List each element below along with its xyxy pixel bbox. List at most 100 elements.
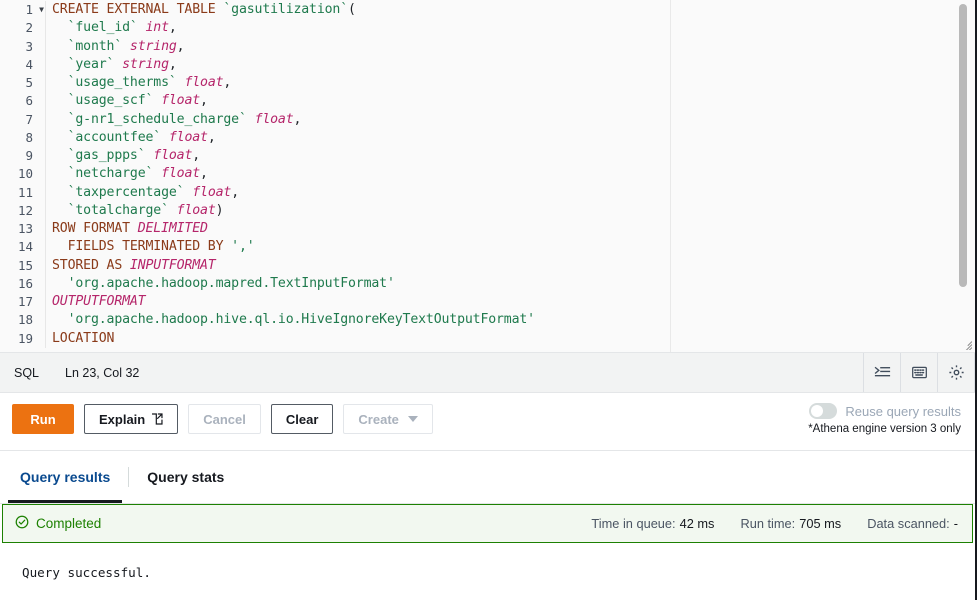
code-line-text: `usage_scf` float, <box>67 93 208 109</box>
line-number: 19 <box>0 329 46 348</box>
format-query-icon[interactable] <box>863 353 900 392</box>
code-line[interactable]: 10 `netcharge` float, <box>0 165 670 184</box>
query-metrics: Time in queue: 42 ms Run time: 705 ms Data… <box>591 516 958 531</box>
metric-data-scanned-label: Data scanned: <box>867 516 950 531</box>
code-line-text: `gas_ppps` float, <box>67 148 201 163</box>
code-line-text: 'org.apache.hadoop.hive.ql.io.HiveIgnore… <box>67 312 536 328</box>
keyboard-shortcuts-icon[interactable] <box>900 353 937 392</box>
code-line[interactable]: 16 'org.apache.hadoop.mapred.TextInputFo… <box>0 274 670 293</box>
create-button-label: Create <box>358 411 399 427</box>
line-number: 2 <box>0 19 46 38</box>
sql-code-area[interactable]: 1 ▼ CREATE EXTERNAL TABLE `gasutilization`… <box>0 0 670 348</box>
code-line[interactable]: 18 'org.apache.hadoop.hive.ql.io.HiveIgn… <box>0 311 670 330</box>
line-number: 8 <box>0 128 46 147</box>
clear-button[interactable]: Clear <box>270 404 334 434</box>
code-line-text: `taxpercentage` float, <box>67 184 240 200</box>
code-line[interactable]: 11 `taxpercentage` float, <box>0 183 670 202</box>
line-number: 17 <box>0 293 46 312</box>
code-line[interactable]: 5 `usage_therms` float, <box>0 74 670 93</box>
line-number: 13 <box>0 220 46 239</box>
reuse-query-results-label: Reuse query results <box>845 403 961 419</box>
query-action-bar: Run Explain Cancel Clear Create Reuse qu… <box>0 393 975 451</box>
code-line-text: `year` string, <box>67 56 177 72</box>
code-line-text: `g-nr1_schedule_charge` float, <box>67 111 302 127</box>
editor-language-label: SQL <box>14 365 40 380</box>
line-number: 15 <box>0 256 46 275</box>
line-number: 11 <box>0 183 46 202</box>
code-line[interactable]: 1 ▼ CREATE EXTERNAL TABLE `gasutilization`… <box>0 1 670 20</box>
line-number: 16 <box>0 274 46 293</box>
code-line[interactable]: 2 `fuel_id` int, <box>0 19 670 38</box>
line-number: 14 <box>0 238 46 257</box>
explain-button-label: Explain <box>99 411 146 427</box>
line-number: 7 <box>0 110 46 129</box>
cancel-button: Cancel <box>188 404 261 434</box>
editor-status-bar: SQL Ln 23, Col 32 <box>0 353 975 393</box>
reuse-query-results-row[interactable]: Reuse query results <box>808 403 961 419</box>
cancel-button-label: Cancel <box>203 411 246 427</box>
code-line-text: `netcharge` float, <box>67 166 208 182</box>
code-line-text: FIELDS TERMINATED BY ',' <box>52 239 255 255</box>
code-line[interactable]: 13 ROW FORMAT DELIMITED <box>0 220 670 239</box>
status-text: Completed <box>36 516 102 531</box>
code-line-text: ROW FORMAT DELIMITED <box>52 221 208 236</box>
reuse-query-results-block: Reuse query results *Athena engine versi… <box>808 403 961 435</box>
query-editor-region[interactable]: 1 ▼ CREATE EXTERNAL TABLE `gasutilization`… <box>0 0 975 353</box>
line-number: 4 <box>0 55 46 74</box>
code-line[interactable]: 9 `gas_ppps` float, <box>0 147 670 166</box>
code-line[interactable]: 19 LOCATION <box>0 329 670 348</box>
query-output-message: Query successful. <box>22 565 151 580</box>
code-line[interactable]: 3 `month` string, <box>0 37 670 56</box>
code-line[interactable]: 17 OUTPUTFORMAT <box>0 293 670 312</box>
run-button-label: Run <box>30 411 56 427</box>
line-number: 12 <box>0 201 46 220</box>
check-circle-icon <box>15 515 29 532</box>
tab-query-stats[interactable]: Query stats <box>129 451 242 503</box>
code-line-text: 'org.apache.hadoop.mapred.TextInputForma… <box>67 275 395 291</box>
code-line-text: `month` string, <box>67 38 185 54</box>
editor-cursor-position: Ln 23, Col 32 <box>65 365 140 380</box>
code-line[interactable]: 8 `accountfee` float, <box>0 128 670 147</box>
create-button: Create <box>343 404 433 434</box>
code-line[interactable]: 7 `g-nr1_schedule_charge` float, <box>0 110 670 129</box>
athena-query-editor: 1 ▼ CREATE EXTERNAL TABLE `gasutilization`… <box>0 0 977 600</box>
code-line-text: OUTPUTFORMAT <box>52 294 146 309</box>
tab-query-stats-label: Query stats <box>147 469 225 485</box>
query-editor-panel[interactable]: 1 ▼ CREATE EXTERNAL TABLE `gasutilization`… <box>0 0 671 352</box>
code-line[interactable]: 6 `usage_scf` float, <box>0 92 670 111</box>
metric-run-time-value: 705 ms <box>799 516 842 531</box>
code-line[interactable]: 4 `year` string, <box>0 55 670 74</box>
metric-time-in-queue-value: 42 ms <box>679 516 715 531</box>
code-line-text: `totalcharge` float) <box>67 202 224 218</box>
editor-settings-gear-icon[interactable] <box>937 353 975 392</box>
metric-time-in-queue: Time in queue: 42 ms <box>591 516 714 531</box>
code-line-text: `usage_therms` float, <box>67 75 232 90</box>
code-line-text: LOCATION <box>52 330 115 346</box>
query-output-pane: Query successful. <box>0 543 975 600</box>
code-line[interactable]: 15 STORED AS INPUTFORMAT <box>0 256 670 275</box>
tab-query-results[interactable]: Query results <box>2 451 128 503</box>
metric-run-time: Run time: 705 ms <box>740 516 841 531</box>
line-number: 5 <box>0 74 46 93</box>
line-number: 6 <box>0 92 46 111</box>
status-badge: Completed <box>15 515 101 532</box>
fold-arrow-icon[interactable]: ▼ <box>34 1 44 19</box>
code-line-text: CREATE EXTERNAL TABLE `gasutilization`( <box>52 2 356 17</box>
line-number: 10 <box>0 165 46 184</box>
run-button[interactable]: Run <box>12 404 74 434</box>
toggle-knob <box>811 405 824 417</box>
query-action-buttons: Run Explain Cancel Clear Create <box>12 404 433 434</box>
code-line[interactable]: 12 `totalcharge` float) <box>0 201 670 220</box>
code-line-text: `fuel_id` int, <box>67 20 177 36</box>
editor-tool-group <box>863 353 975 392</box>
editor-vertical-scrollbar[interactable] <box>959 4 967 287</box>
code-line[interactable]: 14 FIELDS TERMINATED BY ',' <box>0 238 670 257</box>
reuse-query-results-toggle[interactable] <box>809 403 838 419</box>
athena-engine-note: *Athena engine version 3 only <box>808 423 961 435</box>
line-number: 18 <box>0 311 46 330</box>
explain-button[interactable]: Explain <box>84 404 179 434</box>
editor-resize-handle[interactable] <box>959 337 972 350</box>
clear-button-label: Clear <box>285 411 319 427</box>
line-number: 3 <box>0 37 46 56</box>
chevron-down-icon <box>407 416 418 422</box>
